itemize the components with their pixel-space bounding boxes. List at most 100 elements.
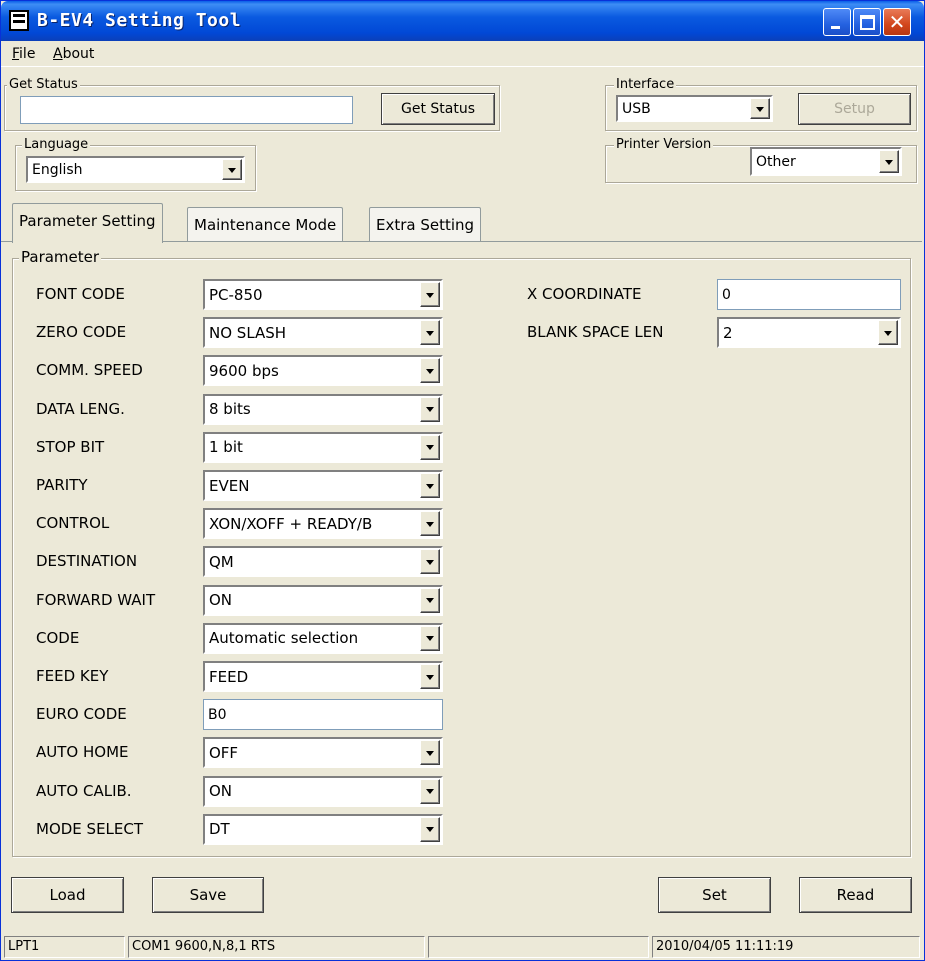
save-button[interactable]: Save (152, 877, 264, 913)
maximize-button[interactable] (853, 8, 881, 36)
chevron-down-icon[interactable] (420, 396, 440, 422)
chevron-down-icon[interactable] (750, 98, 770, 119)
chevron-down-icon[interactable] (420, 778, 440, 804)
status-com: COM1 9600,N,8,1 RTS (128, 936, 425, 958)
parity-select[interactable]: EVEN (203, 470, 443, 501)
chevron-down-icon[interactable] (420, 816, 440, 842)
data-leng-value: 8 bits (209, 400, 251, 419)
set-button[interactable]: Set (658, 877, 771, 913)
app-window: B-EV4 Setting Tool ✕ File About Get Stat… (0, 0, 925, 961)
stop-bit-select[interactable]: 1 bit (203, 431, 443, 463)
font-code-select[interactable]: PC-850 (203, 279, 443, 310)
status-blank (428, 936, 649, 958)
menu-bar: File About (1, 41, 924, 67)
minimize-icon (831, 26, 840, 29)
zero-code-select[interactable]: NO SLASH (203, 317, 443, 349)
label-destination: DESTINATION (36, 552, 138, 571)
minimize-button[interactable] (823, 8, 851, 36)
euro-code-field[interactable] (203, 699, 443, 731)
app-icon (9, 10, 29, 31)
mode-select-value: DT (209, 820, 230, 839)
get-status-legend: Get Status (7, 77, 80, 92)
label-auto-calib: AUTO CALIB. (36, 781, 132, 800)
interface-legend: Interface (614, 77, 677, 92)
destination-select[interactable]: QM (203, 546, 443, 578)
status-datetime: 2010/04/05 11:11:19 (652, 936, 920, 958)
window-title: B-EV4 Setting Tool (37, 10, 242, 31)
chevron-down-icon[interactable] (420, 511, 440, 537)
control-select[interactable]: XON/XOFF + READY/B (203, 508, 443, 540)
load-button[interactable]: Load (11, 877, 124, 913)
chevron-down-icon[interactable] (420, 320, 440, 346)
forward-wait-value: ON (209, 591, 233, 610)
chevron-down-icon[interactable] (222, 159, 242, 180)
blank-space-len-value: 2 (723, 323, 733, 342)
x-coordinate-field[interactable] (717, 279, 901, 310)
close-button[interactable]: ✕ (883, 8, 911, 36)
get-status-button[interactable]: Get Status (381, 93, 495, 125)
control-value: XON/XOFF + READY/B (209, 514, 373, 533)
comm-speed-select[interactable]: 9600 bps (203, 355, 443, 387)
auto-home-value: OFF (209, 743, 239, 762)
label-blank-space-len: BLANK SPACE LEN (527, 323, 664, 342)
maximize-icon (860, 15, 875, 30)
printer-version-legend: Printer Version (614, 137, 714, 152)
code-value: Automatic selection (209, 629, 359, 648)
chevron-down-icon[interactable] (420, 664, 440, 689)
title-bar[interactable]: B-EV4 Setting Tool ✕ (1, 1, 924, 41)
status-bar: LPT1 COM1 9600,N,8,1 RTS 2010/04/05 11:1… (1, 933, 924, 960)
label-auto-home: AUTO HOME (36, 743, 129, 762)
chevron-down-icon[interactable] (420, 740, 440, 766)
tab-maintenance-mode[interactable]: Maintenance Mode (187, 207, 344, 241)
auto-calib-value: ON (209, 782, 233, 801)
language-select[interactable]: English (26, 156, 245, 183)
menu-file[interactable]: File (12, 46, 35, 62)
get-status-field[interactable] (20, 96, 353, 124)
parameter-legend: Parameter (19, 248, 102, 266)
label-x-coordinate: X COORDINATE (527, 285, 642, 303)
chevron-down-icon[interactable] (420, 358, 440, 384)
label-control: CONTROL (36, 514, 110, 533)
label-mode-select: MODE SELECT (36, 819, 144, 838)
code-select[interactable]: Automatic selection (203, 622, 443, 654)
forward-wait-select[interactable]: ON (203, 584, 443, 616)
chevron-down-icon[interactable] (420, 587, 440, 613)
read-button[interactable]: Read (799, 877, 912, 913)
printer-version-select[interactable]: Other (750, 147, 902, 176)
chevron-down-icon[interactable] (420, 434, 440, 460)
close-icon: ✕ (888, 10, 906, 34)
tab-parameter-setting[interactable]: Parameter Setting (12, 203, 163, 243)
mode-select-select[interactable]: DT (203, 813, 443, 845)
label-comm-speed: COMM. SPEED (36, 361, 143, 380)
label-zero-code: ZERO CODE (36, 323, 127, 342)
language-legend: Language (22, 137, 91, 152)
feed-key-value: FEED (209, 667, 249, 686)
menu-about[interactable]: About (53, 46, 94, 62)
tab-extra-setting[interactable]: Extra Setting (369, 207, 482, 241)
interface-value: USB (622, 100, 651, 117)
blank-space-len-select[interactable]: 2 (717, 317, 901, 349)
auto-home-select[interactable]: OFF (203, 737, 443, 769)
label-euro-code: EURO CODE (36, 705, 127, 724)
label-stop-bit: STOP BIT (36, 437, 105, 456)
interface-select[interactable]: USB (616, 95, 773, 122)
chevron-down-icon[interactable] (420, 282, 440, 307)
chevron-down-icon[interactable] (420, 473, 440, 498)
label-font-code: FONT CODE (36, 285, 125, 303)
setup-button[interactable]: Setup (798, 93, 911, 125)
label-code: CODE (36, 628, 80, 647)
parity-value: EVEN (209, 476, 250, 495)
feed-key-select[interactable]: FEED (203, 661, 443, 692)
chevron-down-icon[interactable] (420, 549, 440, 575)
label-feed-key: FEED KEY (36, 667, 109, 685)
chevron-down-icon[interactable] (879, 150, 899, 173)
chevron-down-icon[interactable] (420, 625, 440, 651)
zero-code-value: NO SLASH (209, 323, 287, 342)
label-data-leng: DATA LENG. (36, 399, 125, 418)
chevron-down-icon[interactable] (878, 320, 898, 346)
comm-speed-value: 9600 bps (209, 361, 279, 380)
data-leng-select[interactable]: 8 bits (203, 393, 443, 425)
auto-calib-select[interactable]: ON (203, 775, 443, 807)
destination-value: QM (209, 552, 234, 571)
language-value: English (32, 161, 83, 178)
